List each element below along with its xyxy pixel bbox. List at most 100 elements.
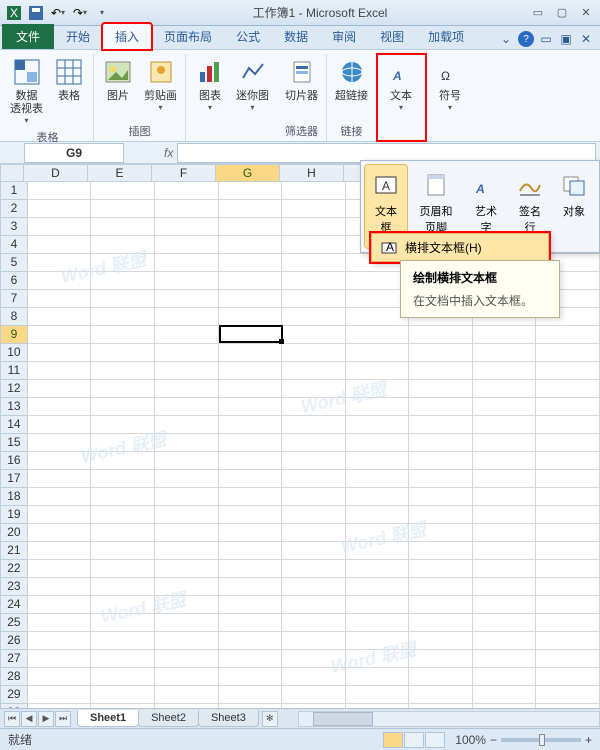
cell[interactable] (91, 506, 155, 524)
cell[interactable] (28, 650, 92, 668)
cell[interactable] (346, 560, 410, 578)
cell[interactable] (346, 506, 410, 524)
cell[interactable] (28, 488, 92, 506)
cell[interactable] (28, 254, 92, 272)
cell[interactable] (91, 470, 155, 488)
cell[interactable] (219, 344, 283, 362)
cell[interactable] (536, 344, 600, 362)
cell[interactable] (346, 668, 410, 686)
cell[interactable] (409, 668, 473, 686)
cell[interactable] (91, 452, 155, 470)
cell[interactable] (28, 236, 92, 254)
cell[interactable] (473, 470, 537, 488)
cell[interactable] (219, 614, 283, 632)
cell[interactable] (536, 686, 600, 704)
cell[interactable] (155, 236, 219, 254)
view-layout-button[interactable] (404, 732, 424, 748)
sheet-nav-next[interactable]: ▶ (38, 711, 54, 727)
sheet-nav-first[interactable]: ⏮ (4, 711, 20, 727)
cell[interactable] (155, 452, 219, 470)
cell[interactable] (282, 380, 346, 398)
cell[interactable] (536, 506, 600, 524)
cell[interactable] (91, 668, 155, 686)
cell[interactable] (91, 596, 155, 614)
cell[interactable] (91, 218, 155, 236)
tab-review[interactable]: 审阅 (320, 24, 368, 49)
cell[interactable] (346, 686, 410, 704)
chart-button[interactable]: 图表 ▾ (190, 54, 230, 137)
cell[interactable] (409, 524, 473, 542)
object-button[interactable]: 对象 (553, 165, 595, 248)
cell[interactable] (473, 668, 537, 686)
cell[interactable] (536, 542, 600, 560)
cell[interactable] (536, 596, 600, 614)
cell[interactable] (28, 218, 92, 236)
cell[interactable] (409, 362, 473, 380)
cell[interactable] (409, 650, 473, 668)
sheet-tab[interactable]: Sheet2 (138, 710, 199, 727)
tab-data[interactable]: 数据 (272, 24, 320, 49)
cell[interactable] (155, 596, 219, 614)
row-header[interactable]: 20 (0, 524, 28, 542)
cell[interactable] (91, 380, 155, 398)
select-all-corner[interactable] (0, 164, 24, 182)
fx-icon[interactable]: fx (164, 146, 173, 160)
row-header[interactable]: 28 (0, 668, 28, 686)
row-header[interactable]: 17 (0, 470, 28, 488)
save-icon[interactable] (26, 3, 46, 23)
doc-restore-icon[interactable]: ▣ (558, 31, 574, 47)
cell[interactable] (282, 542, 346, 560)
cell[interactable] (28, 272, 92, 290)
cell[interactable] (91, 542, 155, 560)
cell[interactable] (473, 632, 537, 650)
cell[interactable] (409, 380, 473, 398)
cell[interactable] (155, 272, 219, 290)
cell[interactable] (346, 452, 410, 470)
cell[interactable] (91, 650, 155, 668)
cell[interactable] (28, 506, 92, 524)
cell[interactable] (28, 380, 92, 398)
cell[interactable] (91, 182, 155, 200)
cell[interactable] (536, 470, 600, 488)
cell[interactable] (91, 614, 155, 632)
cell[interactable] (219, 290, 283, 308)
cell[interactable] (155, 362, 219, 380)
cell[interactable] (28, 434, 92, 452)
cell[interactable] (409, 326, 473, 344)
cell[interactable] (155, 668, 219, 686)
cell[interactable] (346, 488, 410, 506)
cell[interactable] (28, 182, 92, 200)
cell[interactable] (282, 254, 346, 272)
cell[interactable] (155, 416, 219, 434)
tab-formulas[interactable]: 公式 (224, 24, 272, 49)
cell[interactable] (282, 308, 346, 326)
cell[interactable] (282, 362, 346, 380)
pivot-table-button[interactable]: 数据 透视表 ▾ (6, 54, 47, 127)
cell[interactable] (28, 326, 92, 344)
cell[interactable] (409, 686, 473, 704)
cell[interactable] (28, 668, 92, 686)
cell[interactable] (91, 398, 155, 416)
cell[interactable] (28, 452, 92, 470)
cell[interactable] (473, 614, 537, 632)
cell[interactable] (155, 560, 219, 578)
sheet-tab[interactable]: Sheet3 (198, 710, 259, 727)
cell[interactable] (91, 524, 155, 542)
cell[interactable] (28, 560, 92, 578)
cell[interactable] (91, 200, 155, 218)
cell[interactable] (219, 380, 283, 398)
cell[interactable] (282, 326, 346, 344)
cell[interactable] (219, 200, 283, 218)
cell[interactable] (219, 398, 283, 416)
cell[interactable] (473, 380, 537, 398)
cell[interactable] (282, 200, 346, 218)
cell[interactable] (155, 254, 219, 272)
cell[interactable] (28, 290, 92, 308)
row-header[interactable]: 3 (0, 218, 28, 236)
row-header[interactable]: 22 (0, 560, 28, 578)
cell[interactable] (473, 560, 537, 578)
row-header[interactable]: 25 (0, 614, 28, 632)
cell[interactable] (473, 506, 537, 524)
cell[interactable] (409, 506, 473, 524)
tab-layout[interactable]: 页面布局 (152, 24, 224, 49)
